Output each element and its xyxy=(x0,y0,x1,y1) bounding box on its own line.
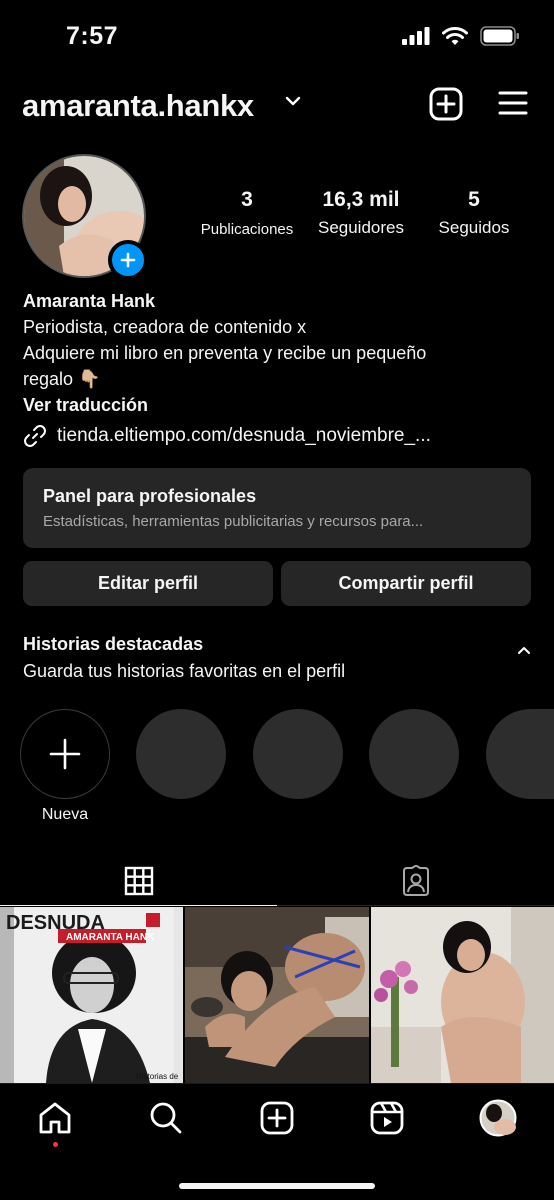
nav-home[interactable] xyxy=(35,1098,75,1138)
create-icon xyxy=(260,1101,294,1135)
highlights-subtitle: Guarda tus historias favoritas en el per… xyxy=(23,661,346,681)
reels-icon xyxy=(370,1101,404,1135)
tagged-user-icon xyxy=(402,864,429,896)
professional-dashboard[interactable]: Panel para profesionales Estadísticas, h… xyxy=(23,468,531,548)
chevron-down-icon[interactable] xyxy=(284,94,302,108)
cellular-signal-icon xyxy=(402,27,430,45)
profile-avatar-icon xyxy=(479,1099,517,1137)
profile-header: amaranta.hankx xyxy=(0,84,554,128)
posts-grid: DESNUDA AMARANTA HANK Historias de xyxy=(0,907,554,1083)
followers-label: Seguidores xyxy=(317,218,404,237)
post-image-book-cover: DESNUDA AMARANTA HANK Historias de xyxy=(0,907,184,1083)
profile-name: Amaranta Hank xyxy=(23,291,156,311)
notification-dot xyxy=(53,1142,58,1147)
highlight-placeholder xyxy=(486,709,554,799)
highlight-placeholder xyxy=(136,709,226,799)
nav-profile[interactable] xyxy=(478,1098,518,1138)
followers-count: 16,3 mil xyxy=(322,188,400,211)
plus-icon xyxy=(120,252,136,268)
stat-following[interactable]: 5 Seguidos xyxy=(426,188,522,238)
posts-label: Publicaciones xyxy=(200,221,294,238)
wifi-icon xyxy=(442,26,468,45)
home-icon xyxy=(39,1102,71,1134)
nav-reels[interactable] xyxy=(367,1098,407,1138)
post-thumbnail[interactable] xyxy=(370,907,554,1083)
home-indicator xyxy=(179,1183,375,1189)
post-thumbnail[interactable]: DESNUDA AMARANTA HANK Historias de xyxy=(0,907,184,1083)
post-image-photo xyxy=(185,907,369,1083)
new-highlight-label: Nueva xyxy=(41,806,89,823)
post-thumbnail[interactable] xyxy=(185,907,369,1083)
plus-icon xyxy=(49,738,81,770)
menu-icon[interactable] xyxy=(498,90,528,116)
status-bar: 7:57 xyxy=(0,0,554,72)
edit-profile-button[interactable]: Editar perfil xyxy=(23,561,273,606)
bio-line: regalo 👇🏼 xyxy=(23,369,101,389)
tab-tagged[interactable] xyxy=(277,856,554,906)
status-time: 7:57 xyxy=(66,22,119,50)
pro-panel-subtitle: Estadísticas, herramientas publicitarias… xyxy=(43,513,424,530)
link-icon xyxy=(24,425,46,447)
profile-tabs xyxy=(0,856,554,906)
username-switcher[interactable]: amaranta.hankx xyxy=(22,88,254,124)
create-post-icon[interactable] xyxy=(429,87,463,121)
chevron-up-icon[interactable] xyxy=(516,644,532,656)
stat-posts[interactable]: 3 Publicaciones xyxy=(190,188,304,238)
cover-title: DESNUDA xyxy=(6,912,105,934)
tab-posts-grid[interactable] xyxy=(0,856,277,906)
nav-create[interactable] xyxy=(257,1098,297,1138)
see-translation-link[interactable]: Ver traducción xyxy=(23,392,533,418)
posts-count: 3 xyxy=(241,188,253,211)
add-story-button[interactable] xyxy=(108,240,148,280)
status-icons xyxy=(402,26,520,46)
search-icon xyxy=(150,1102,182,1134)
battery-icon xyxy=(480,26,519,46)
pro-panel-title: Panel para profesionales xyxy=(43,486,257,506)
bio-line: Periodista, creadora de contenido x xyxy=(23,317,307,337)
profile-link-text[interactable]: tienda.eltiempo.com/desnuda_noviembre_..… xyxy=(57,425,431,447)
following-label: Seguidos xyxy=(438,218,510,237)
highlights-title: Historias destacadas xyxy=(23,634,204,654)
highlight-placeholder xyxy=(253,709,343,799)
stat-followers[interactable]: 16,3 mil Seguidores xyxy=(306,188,416,238)
highlight-placeholder xyxy=(369,709,459,799)
bio-line: Adquiere mi libro en preventa y recibe u… xyxy=(23,343,427,363)
post-image-photo xyxy=(370,907,554,1083)
new-highlight-button[interactable] xyxy=(20,709,110,799)
cover-author: AMARANTA HANK xyxy=(66,932,155,943)
share-profile-button[interactable]: Compartir perfil xyxy=(281,561,531,606)
nav-search[interactable] xyxy=(146,1098,186,1138)
following-count: 5 xyxy=(468,188,480,211)
profile-bio: Amaranta Hank Periodista, creadora de co… xyxy=(23,288,533,418)
cover-caption: Historias de xyxy=(136,1072,179,1081)
profile-link[interactable]: tienda.eltiempo.com/desnuda_noviembre_..… xyxy=(23,424,431,448)
grid-icon xyxy=(124,866,153,895)
bottom-navigation xyxy=(0,1083,554,1200)
